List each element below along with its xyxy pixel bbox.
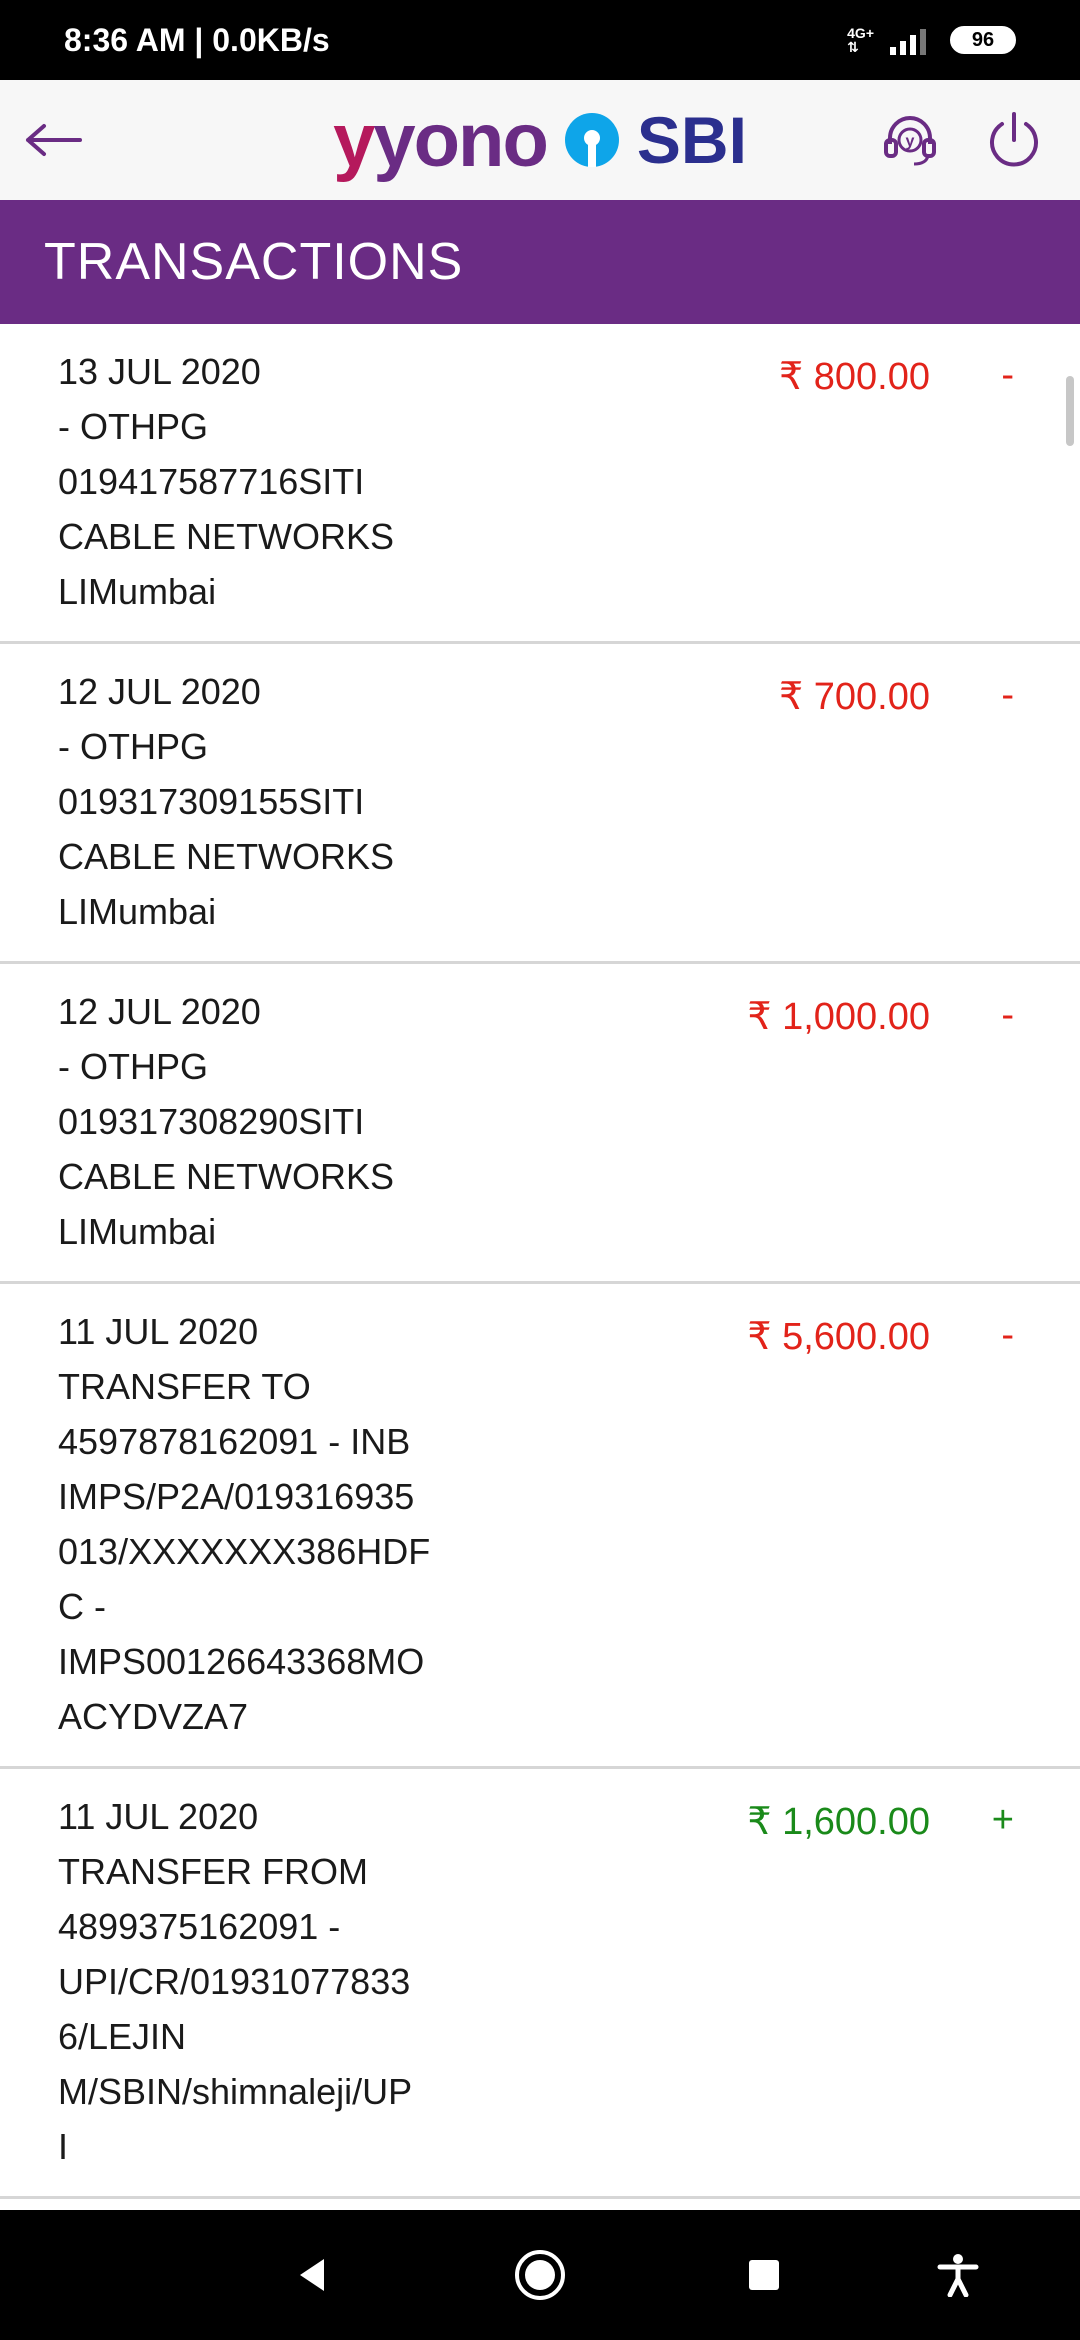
nav-home-button[interactable]: [500, 2235, 580, 2315]
transaction-row[interactable]: 12 JUL 2020 - OTHPG 019317309155SITI CAB…: [0, 644, 1080, 964]
logo-yono-text: yono: [373, 97, 549, 183]
transaction-list[interactable]: 13 JUL 2020 - OTHPG 019417587716SITI CAB…: [0, 324, 1080, 2210]
headset-support-icon: y: [884, 116, 936, 166]
transaction-row[interactable]: 11 JUL 2020 TRANSFER FROM 4899375162091 …: [0, 1769, 1080, 2199]
back-button[interactable]: [24, 110, 84, 170]
transaction-row[interactable]: 12 JUL 2020 - OTHPG 019317308290SITI CAB…: [0, 964, 1080, 1284]
system-nav-bar: [0, 2210, 1080, 2340]
transaction-amount: ₹ 5,600.00: [747, 1316, 930, 1358]
nav-recents-button[interactable]: [724, 2235, 804, 2315]
transaction-date: 12 JUL 2020: [58, 991, 261, 1032]
sbi-logo-icon: [564, 113, 619, 167]
nav-accessibility-button[interactable]: [918, 2235, 998, 2315]
status-indicators: 4G+ ⇅ 96: [847, 25, 1016, 55]
svg-text:y: y: [906, 133, 915, 150]
scrollbar[interactable]: [1066, 376, 1074, 446]
network-label: 4G+ ⇅: [847, 25, 874, 55]
battery-level: 96: [971, 28, 995, 51]
data-arrows-icon: ⇅: [847, 39, 859, 55]
transaction-row[interactable]: 11 JUL 2020 TRANSFER TO 4597878162091 - …: [0, 1284, 1080, 1769]
logo-yono: yyono: [333, 97, 549, 183]
back-arrow-icon: [26, 124, 82, 156]
transaction-amount: ₹ 1,600.00: [747, 1801, 930, 1843]
support-button[interactable]: y: [878, 108, 942, 172]
app-bar: yyono SBI y: [0, 80, 1080, 200]
app-actions: y: [878, 108, 1056, 172]
battery-icon: 96: [950, 26, 1016, 54]
circle-home-icon: [515, 2250, 565, 2300]
page-title: TRANSACTIONS: [0, 200, 1080, 324]
logout-button[interactable]: [982, 108, 1046, 172]
transaction-description: TRANSFER FROM 4899375162091 - UPI/CR/019…: [58, 1851, 413, 2167]
transaction-row[interactable]: 13 JUL 2020 - OTHPG 019417587716SITI CAB…: [0, 324, 1080, 644]
status-time: 8:36 AM | 0.0KB/s: [64, 21, 330, 58]
status-bar: 8:36 AM | 0.0KB/s 4G+ ⇅ 96: [0, 0, 1080, 80]
transaction-description: - OTHPG 019317308290SITI CABLE NETWORKS …: [58, 1046, 395, 1252]
signal-icon: [890, 29, 926, 55]
transaction-amount: ₹ 700.00: [779, 676, 930, 718]
triangle-back-icon: [300, 2259, 324, 2291]
transaction-description: TRANSFER TO 4597878162091 - INB IMPS/P2A…: [58, 1366, 431, 1737]
nav-back-button[interactable]: [272, 2235, 352, 2315]
transaction-date: 11 JUL 2020: [58, 1796, 259, 1837]
transaction-sign: -: [1001, 994, 1014, 1036]
transaction-date: 13 JUL 2020: [58, 351, 261, 392]
logo-sbi: SBI: [636, 103, 747, 177]
transaction-amount: ₹ 1,000.00: [747, 996, 930, 1038]
transaction-sign: +: [991, 1799, 1014, 1841]
square-recents-icon: [749, 2260, 779, 2290]
transaction-amount: ₹ 800.00: [779, 356, 930, 398]
transaction-description: - OTHPG 019317309155SITI CABLE NETWORKS …: [58, 726, 395, 932]
transaction-date: 11 JUL 2020: [58, 1311, 259, 1352]
transaction-description: - OTHPG 019417587716SITI CABLE NETWORKS …: [58, 406, 395, 612]
accessibility-icon: [937, 2254, 979, 2297]
transaction-sign: -: [1001, 354, 1014, 396]
power-icon: [990, 112, 1038, 167]
transaction-date: 12 JUL 2020: [58, 671, 261, 712]
transaction-sign: -: [1001, 1314, 1014, 1356]
transaction-sign: -: [1001, 674, 1014, 716]
